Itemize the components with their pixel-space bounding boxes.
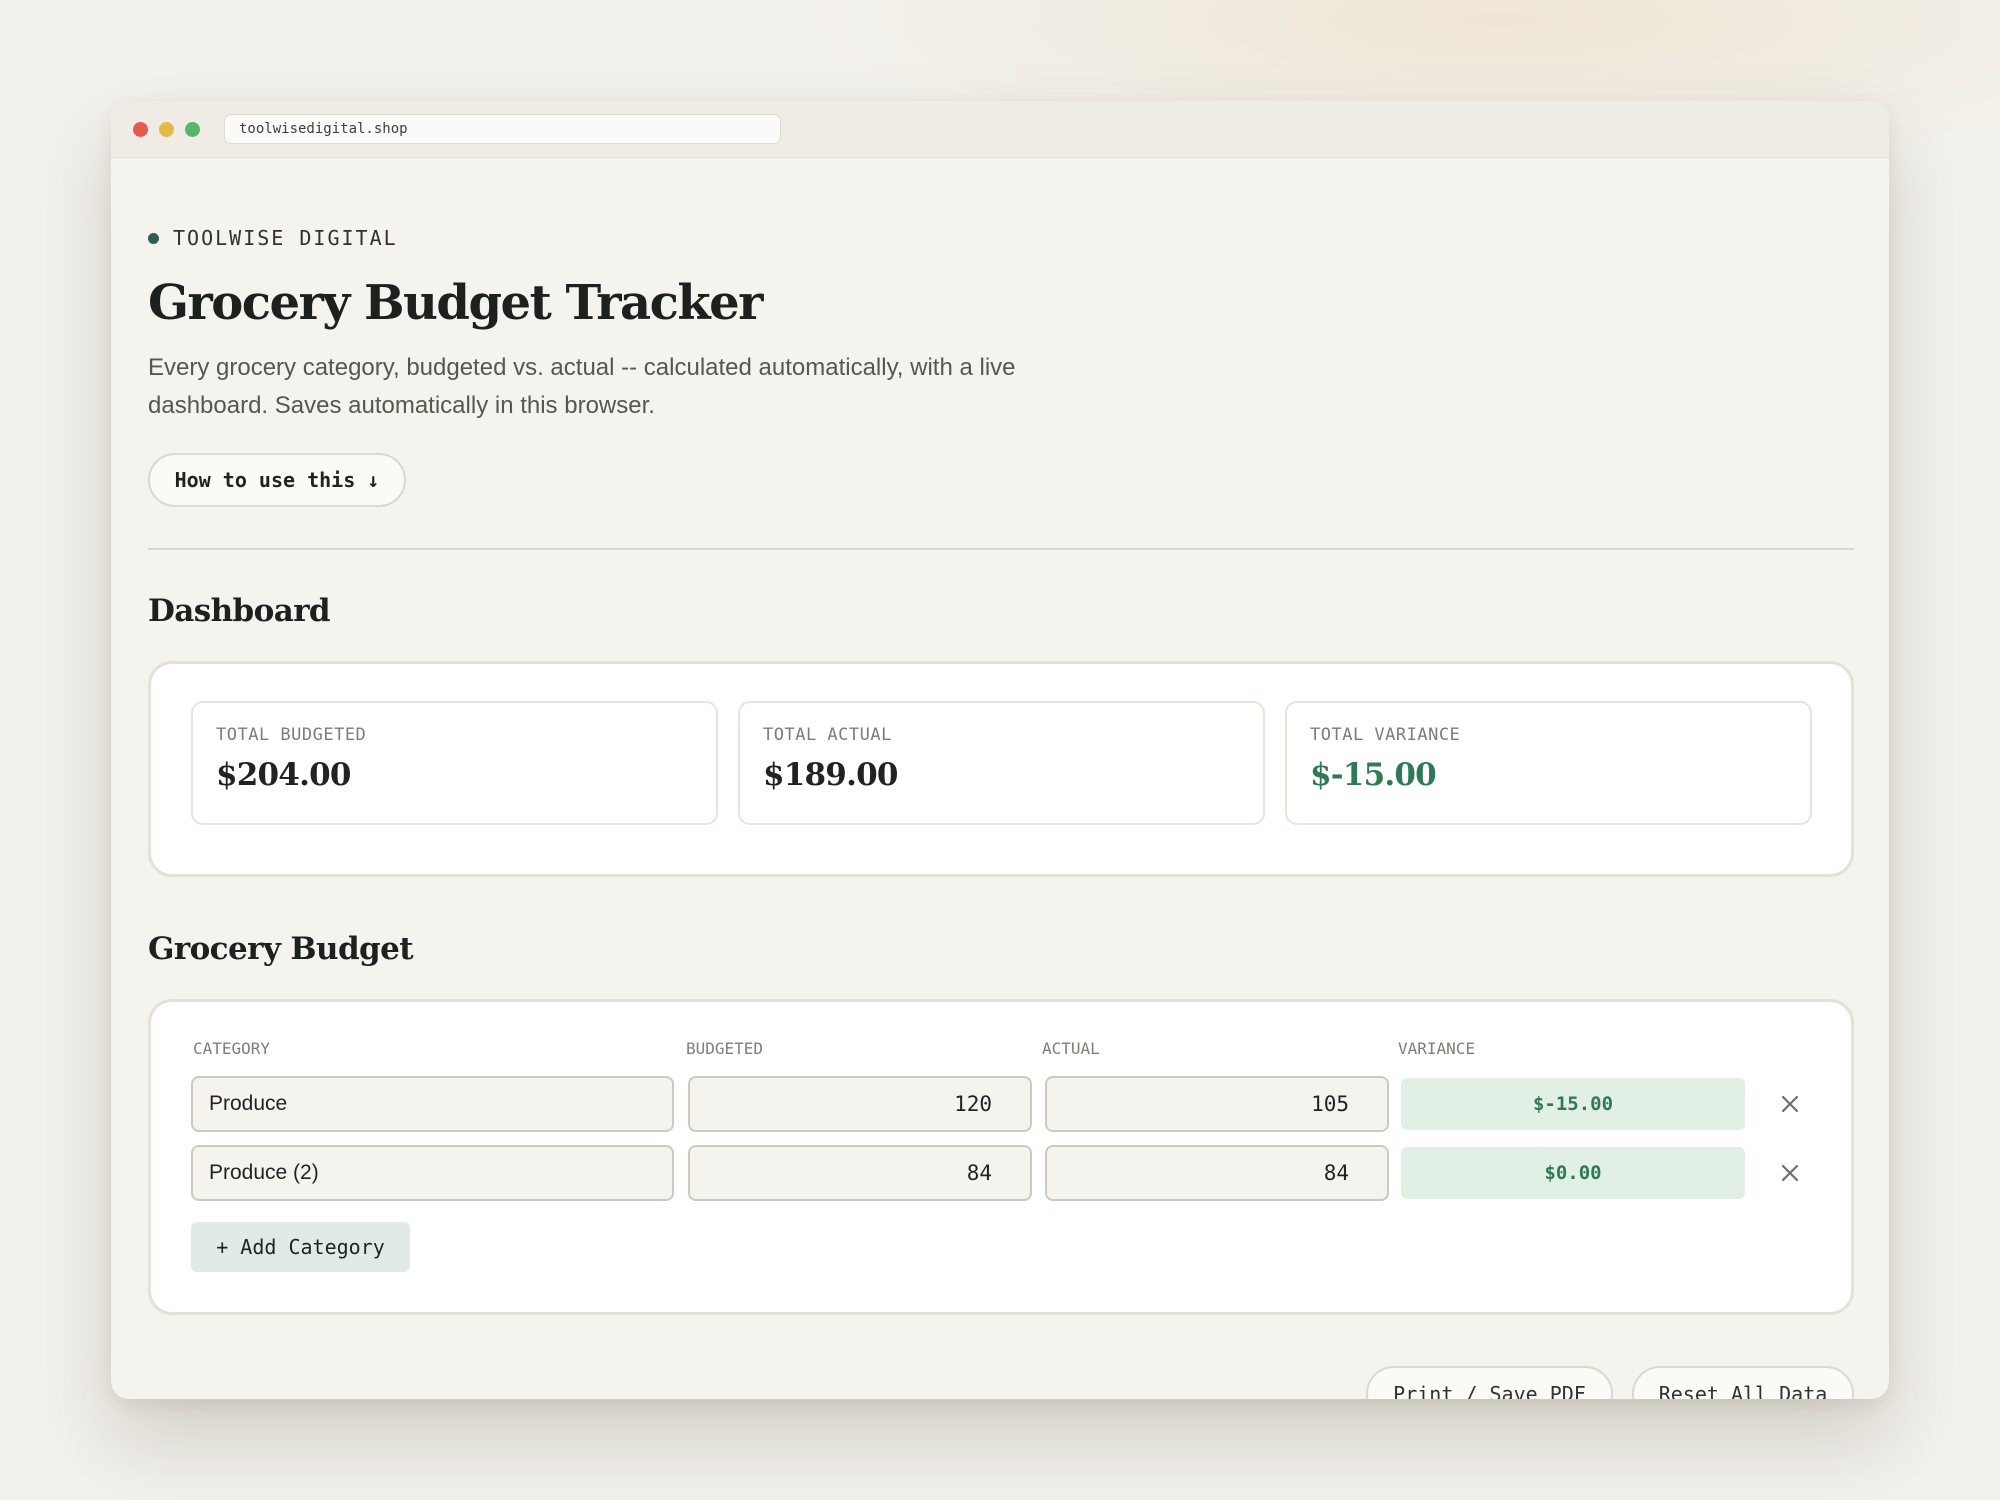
dashboard-panel: TOTAL BUDGETED $204.00 TOTAL ACTUAL $189… [148, 661, 1854, 877]
actual-input[interactable] [1045, 1076, 1389, 1132]
brand-name: TOOLWISE DIGITAL [173, 226, 398, 250]
stat-value: $204.00 [216, 757, 351, 793]
browser-chrome: toolwisedigital.shop [111, 101, 1889, 158]
remove-row-button[interactable] [1775, 1089, 1805, 1119]
page-title: Grocery Budget Tracker [148, 275, 763, 331]
remove-row-button[interactable] [1775, 1158, 1805, 1188]
budget-row: $-15.00 [151, 1076, 1851, 1132]
dashboard-heading: Dashboard [148, 593, 331, 629]
print-save-pdf-button[interactable]: Print / Save PDF [1366, 1366, 1613, 1399]
category-input[interactable] [191, 1076, 674, 1132]
stat-label: TOTAL BUDGETED [216, 725, 367, 745]
section-divider [148, 548, 1854, 550]
stat-label: TOTAL ACTUAL [763, 725, 892, 745]
page-subtitle: Every grocery category, budgeted vs. act… [148, 354, 1016, 419]
stat-value: $-15.00 [1310, 757, 1437, 793]
browser-window: toolwisedigital.shop TOOLWISE DIGITAL Gr… [111, 101, 1889, 1399]
stat-card-total-budgeted: TOTAL BUDGETED $204.00 [191, 701, 718, 825]
column-header-category: CATEGORY [193, 1039, 271, 1058]
brand: TOOLWISE DIGITAL [148, 226, 398, 250]
stat-card-total-variance: TOTAL VARIANCE $-15.00 [1285, 701, 1812, 825]
grocery-budget-heading: Grocery Budget [148, 931, 414, 967]
address-bar[interactable]: toolwisedigital.shop [224, 114, 781, 144]
column-header-variance: VARIANCE [1398, 1039, 1476, 1058]
reset-all-data-button[interactable]: Reset All Data [1632, 1366, 1854, 1399]
actual-input[interactable] [1045, 1145, 1389, 1201]
close-icon [1781, 1164, 1799, 1182]
variance-value: $-15.00 [1401, 1078, 1745, 1130]
category-input[interactable] [191, 1145, 674, 1201]
window-minimize-dot[interactable] [159, 122, 174, 137]
stat-value: $189.00 [763, 757, 898, 793]
status-dot-icon [148, 232, 159, 244]
budgeted-input[interactable] [688, 1145, 1032, 1201]
window-close-dot[interactable] [133, 122, 148, 137]
close-icon [1781, 1095, 1799, 1113]
budgeted-input[interactable] [688, 1076, 1032, 1132]
variance-value: $0.00 [1401, 1147, 1745, 1199]
grocery-budget-panel: CATEGORY BUDGETED ACTUAL VARIANCE $-15.0… [148, 999, 1854, 1315]
budget-row: $0.00 [151, 1145, 1851, 1201]
add-category-button[interactable]: + Add Category [191, 1222, 410, 1272]
how-to-use-button[interactable]: How to use this ↓ [148, 453, 406, 507]
window-maximize-dot[interactable] [185, 122, 200, 137]
stat-label: TOTAL VARIANCE [1310, 725, 1461, 745]
column-header-actual: ACTUAL [1042, 1039, 1100, 1058]
stat-card-total-actual: TOTAL ACTUAL $189.00 [738, 701, 1265, 825]
column-header-budgeted: BUDGETED [686, 1039, 764, 1058]
